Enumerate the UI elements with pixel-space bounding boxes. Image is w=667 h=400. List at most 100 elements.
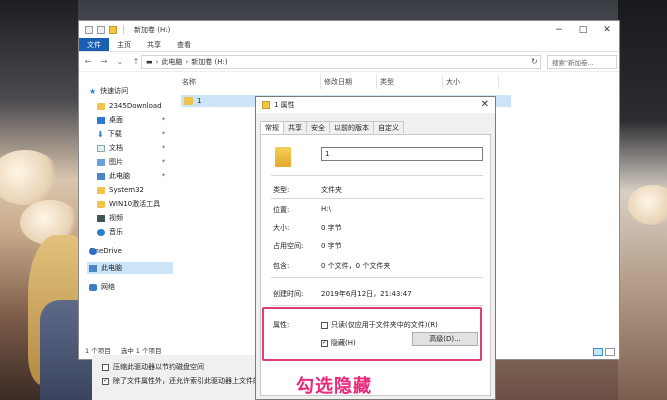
- download-icon: ⬇: [97, 129, 104, 139]
- column-headers: 名称 修改日期 类型 大小: [179, 75, 509, 89]
- sidebar-item-label: 网络: [101, 283, 115, 291]
- column-header-name[interactable]: 名称: [179, 75, 321, 89]
- status-bar: 1 个项目 选中 1 个项目: [85, 345, 161, 355]
- sidebar-item-music[interactable]: 音乐: [97, 226, 123, 238]
- forward-arrow-icon[interactable]: →: [99, 56, 109, 68]
- picture-icon: [97, 158, 105, 166]
- tab-security[interactable]: 安全: [306, 121, 330, 133]
- sidebar-item-label: 此电脑: [101, 264, 122, 272]
- window-controls: − □ ✕: [547, 21, 619, 38]
- explorer-titlebar[interactable]: 新加卷 (H:) − □ ✕: [79, 21, 619, 38]
- minimize-button[interactable]: −: [547, 21, 571, 38]
- tab-home[interactable]: 主页: [109, 38, 139, 51]
- column-header-modified[interactable]: 修改日期: [321, 75, 377, 89]
- quick-save-icon[interactable]: [85, 25, 93, 34]
- tab-sharing[interactable]: 共享: [283, 121, 307, 133]
- search-placeholder: 搜索"新加卷...: [552, 59, 594, 67]
- back-arrow-icon[interactable]: ←: [83, 56, 93, 68]
- sidebar-item-network[interactable]: 网络: [89, 281, 115, 293]
- properties-icon[interactable]: [97, 25, 105, 34]
- music-icon: [97, 228, 105, 236]
- pin-icon[interactable]: ✦: [161, 130, 166, 137]
- maximize-button[interactable]: □: [571, 21, 595, 38]
- address-bar[interactable]: ▬ › 此电脑 › 新加卷 (H:): [141, 55, 541, 69]
- folder-icon: [97, 102, 105, 110]
- sidebar-item-2345download[interactable]: 2345Download: [97, 100, 162, 112]
- index-label: 除了文件属性外，还允许索引此驱动器上文件的: [113, 377, 260, 385]
- sidebar-item-documents[interactable]: 文档: [97, 142, 123, 154]
- tab-customize[interactable]: 自定义: [373, 121, 404, 133]
- pin-icon[interactable]: ✦: [161, 158, 166, 165]
- tab-share[interactable]: 共享: [139, 38, 169, 51]
- breadcrumb-separator: ›: [185, 58, 189, 66]
- up-arrow-icon[interactable]: ↑: [131, 56, 141, 68]
- contains-value: 0 个文件，0 个文件夹: [321, 262, 391, 270]
- breadcrumb-this-pc[interactable]: 此电脑: [161, 57, 182, 67]
- sidebar-item-quick-access[interactable]: ★ 快速访问: [89, 85, 128, 97]
- sidebar-item-desktop[interactable]: 桌面: [97, 114, 123, 126]
- recent-chevron-icon[interactable]: ⌄: [115, 56, 125, 68]
- sidebar-item-onedrive[interactable]: OneDrive: [89, 245, 122, 257]
- sidebar-item-pictures[interactable]: 图片: [97, 156, 123, 168]
- search-input[interactable]: 搜索"新加卷...: [547, 55, 617, 69]
- folder-name-input[interactable]: 1: [321, 147, 483, 161]
- pin-icon[interactable]: ✦: [161, 172, 166, 179]
- type-value: 文件夹: [321, 186, 342, 194]
- sidebar-item-label: 音乐: [109, 228, 123, 236]
- disk-size-label: 占用空间:: [273, 242, 304, 250]
- drive-icon: ▬: [146, 58, 153, 66]
- location-label: 位置:: [273, 206, 290, 214]
- sidebar-item-videos[interactable]: 视频: [97, 212, 123, 224]
- navigation-pane: ★ 快速访问 2345Download 桌面 ✦ ⬇ 下载 ✦ 文档 ✦ 图片 …: [79, 75, 175, 345]
- sidebar-item-win10-tool[interactable]: WIN10激活工具: [97, 198, 160, 210]
- index-checkbox[interactable]: ✓: [102, 377, 109, 385]
- tab-file[interactable]: 文件: [79, 38, 109, 51]
- tab-previous-versions[interactable]: 以前的版本: [329, 121, 374, 133]
- sidebar-item-label: System32: [109, 186, 145, 194]
- column-header-size[interactable]: 大小: [443, 75, 499, 89]
- document-icon: [97, 144, 105, 152]
- compress-checkbox[interactable]: [102, 363, 109, 371]
- type-label: 类型:: [273, 186, 290, 194]
- large-icons-view-button[interactable]: [605, 348, 615, 356]
- highlight-box: [262, 307, 482, 361]
- sidebar-item-label: 2345Download: [109, 102, 162, 110]
- refresh-icon[interactable]: ↻: [531, 57, 538, 66]
- sidebar-item-system32[interactable]: System32: [97, 184, 144, 196]
- close-icon[interactable]: ✕: [481, 99, 489, 110]
- divider: [123, 25, 124, 34]
- sidebar-item-label: 桌面: [109, 116, 123, 124]
- details-view-button[interactable]: [593, 348, 603, 356]
- tab-general[interactable]: 常规: [260, 121, 284, 134]
- column-header-type[interactable]: 类型: [377, 75, 443, 89]
- divider: [271, 198, 483, 199]
- pin-icon[interactable]: ✦: [161, 144, 166, 151]
- status-item-count: 1 个项目: [85, 347, 111, 355]
- folder-icon: [97, 186, 105, 194]
- created-label: 创建时间:: [273, 290, 304, 298]
- cloud-icon: [89, 247, 97, 255]
- breadcrumb-drive[interactable]: 新加卷 (H:): [191, 57, 227, 67]
- compress-drive-option[interactable]: 压缩此驱动器以节约磁盘空间: [102, 362, 204, 372]
- status-selected-count: 选中 1 个项目: [120, 347, 162, 355]
- sidebar-item-this-pc[interactable]: 此电脑: [87, 262, 173, 274]
- computer-icon: [97, 172, 105, 180]
- close-button[interactable]: ✕: [595, 21, 619, 38]
- network-icon: [89, 283, 97, 291]
- disk-size-value: 0 字节: [321, 242, 342, 250]
- sidebar-item-this-pc-quick[interactable]: 此电脑: [97, 170, 130, 182]
- dialog-tabs: 常规 共享 安全 以前的版本 自定义: [260, 121, 404, 134]
- tab-view[interactable]: 查看: [169, 38, 199, 51]
- pin-icon[interactable]: ✦: [161, 116, 166, 123]
- index-drive-option[interactable]: ✓ 除了文件属性外，还允许索引此驱动器上文件的: [102, 376, 260, 386]
- file-name: 1: [197, 97, 202, 105]
- location-value: H:\: [321, 205, 331, 213]
- folder-icon: [262, 101, 270, 109]
- dialog-titlebar[interactable]: 1 属性: [256, 97, 495, 113]
- sidebar-item-downloads[interactable]: ⬇ 下载: [97, 128, 122, 140]
- ribbon-tabs: 文件 主页 共享 查看: [79, 38, 619, 52]
- desktop-icon: [97, 116, 105, 124]
- new-folder-icon[interactable]: [109, 25, 117, 34]
- size-value: 0 字节: [321, 224, 342, 232]
- created-value: 2019年6月12日，21:43:47: [321, 290, 412, 298]
